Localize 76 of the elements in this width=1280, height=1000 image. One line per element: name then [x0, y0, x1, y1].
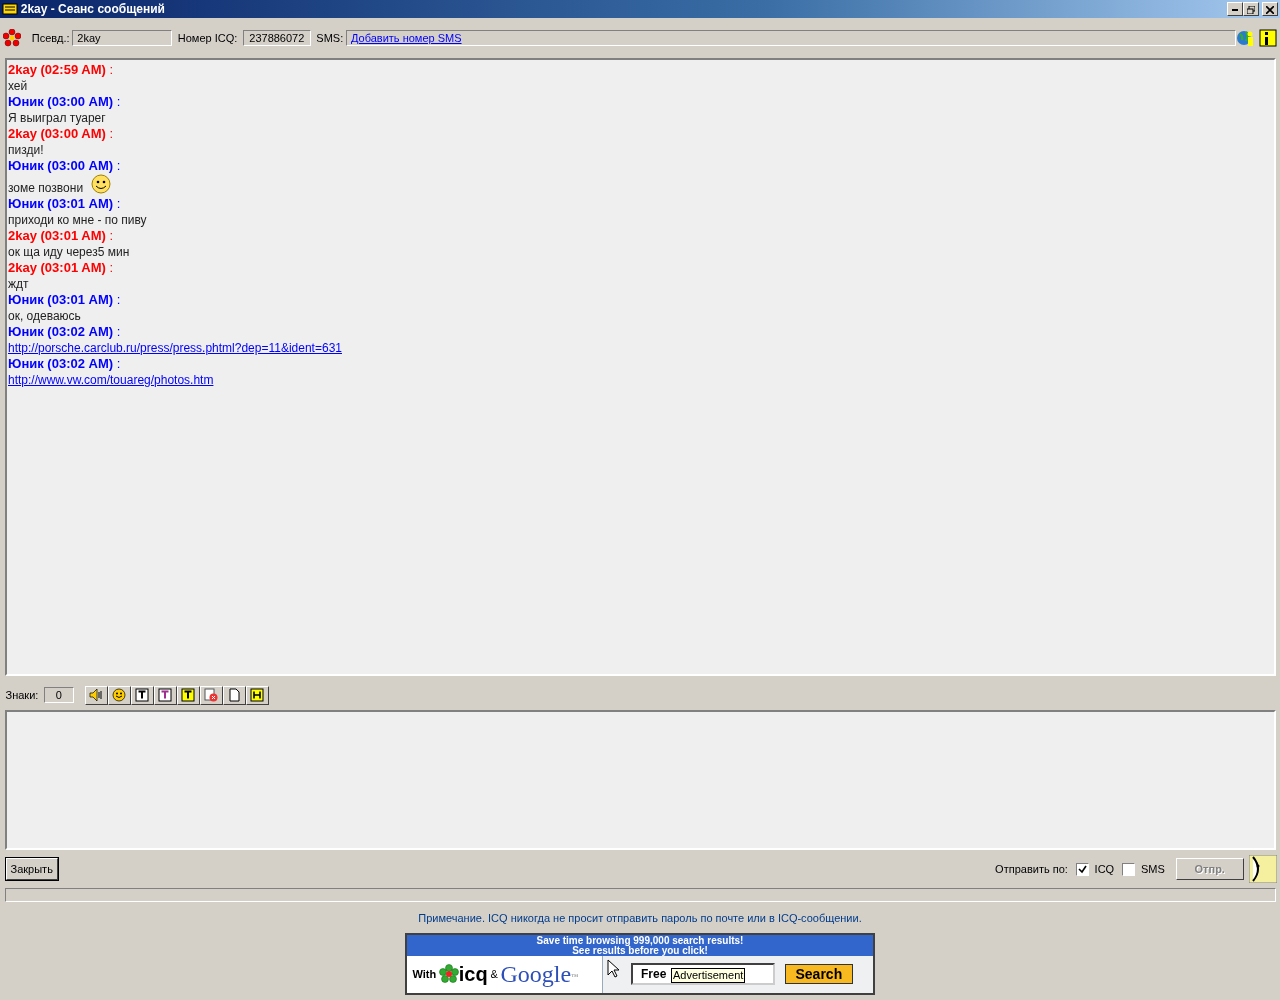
message-header: Юник (03:00 AM) :	[8, 158, 121, 174]
message-input[interactable]	[5, 710, 1276, 850]
close-button[interactable]	[1262, 2, 1278, 16]
message-header: Юник (03:01 AM) :	[8, 292, 121, 308]
message-text: ждт	[8, 276, 29, 292]
html-icon	[250, 688, 265, 702]
message-header: Юник (03:01 AM) :	[8, 196, 121, 212]
ad-subline: See results before you click!	[571, 945, 709, 956]
message-text: зоме позвони	[8, 180, 84, 196]
icq-number-field[interactable]: 237886072	[242, 30, 311, 46]
icq-logo: icq	[458, 962, 488, 987]
message-text: хей	[8, 78, 28, 94]
flower-icon	[2, 29, 21, 47]
text-icon	[135, 688, 150, 702]
text-highlight-button[interactable]	[176, 685, 200, 705]
message-header: Юник (03:02 AM) :	[8, 356, 121, 372]
text-color-button[interactable]	[153, 685, 177, 705]
smiley-button[interactable]	[107, 685, 131, 705]
sms-field[interactable]: Добавить номер SMS	[345, 30, 1237, 46]
message-header: Юник (03:00 AM) :	[8, 94, 121, 110]
ad-search-button[interactable]: Search	[784, 964, 854, 984]
message-header: 2kay (02:59 AM) :	[8, 62, 114, 78]
restore-icon	[1247, 5, 1256, 14]
checkbox[interactable]	[1122, 862, 1136, 876]
message-header: 2kay (03:01 AM) :	[8, 260, 114, 276]
smiley-icon	[112, 688, 127, 702]
page-button[interactable]	[222, 685, 246, 705]
clear-history-button[interactable]	[199, 685, 223, 705]
checkbox[interactable]	[1076, 862, 1090, 876]
close-button[interactable]: Закрыть	[5, 857, 58, 881]
field-label: Номер ICQ:	[177, 30, 238, 46]
google-logo: Google$^{™}$	[500, 960, 578, 989]
flower-icon	[439, 964, 459, 984]
speaker-icon	[89, 688, 104, 702]
window-title: 2kay - Сеанс сообщений	[20, 1, 166, 18]
cursor-icon	[607, 958, 619, 978]
text-highlight-icon	[181, 688, 196, 702]
text-color-icon	[158, 688, 173, 702]
character-count: 0	[43, 687, 74, 703]
minimize-icon	[1232, 8, 1239, 11]
field-label: Псевд.:	[31, 30, 70, 46]
page-icon	[227, 688, 242, 702]
tooltip: Advertisement	[671, 968, 746, 983]
restore-button[interactable]	[1243, 2, 1260, 16]
message-link[interactable]: http://www.vw.com/touareg/photos.htm	[8, 372, 214, 388]
text-button[interactable]	[130, 685, 154, 705]
check-icon	[1078, 864, 1088, 874]
minimize-button[interactable]	[1227, 2, 1244, 16]
ad-headline: Save time browsing 999,000 search results!	[535, 935, 745, 946]
nickname-field[interactable]: 2kay	[72, 30, 173, 46]
field-value: Free	[641, 966, 667, 983]
message-header: 2kay (03:01 AM) :	[8, 228, 114, 244]
field-label: SMS:	[316, 30, 344, 46]
field-label: Знаки:	[5, 687, 39, 703]
envelope-icon	[2, 2, 18, 16]
checkbox-label: ICQ	[1094, 861, 1115, 877]
message-header: 2kay (03:00 AM) :	[8, 126, 114, 142]
checkbox-label: SMS	[1140, 861, 1165, 877]
message-header: Юник (03:02 AM) :	[8, 324, 121, 340]
message-text: пизди!	[8, 142, 44, 158]
clear-history-icon	[204, 688, 219, 702]
message-text: ок, одеваюсь	[8, 308, 81, 324]
add-sms-link[interactable]: Добавить номер SMS	[350, 32, 462, 44]
message-text: приходи ко мне - по пиву	[8, 212, 147, 228]
message-text: Я выиграл туарег	[8, 110, 106, 126]
info-icon	[1259, 29, 1278, 47]
ad-text: &	[490, 966, 498, 982]
ad-text: With	[412, 966, 437, 982]
speaker-button[interactable]	[84, 685, 108, 705]
close-icon	[1266, 5, 1274, 14]
security-note: Примечание. ICQ никогда не просит отправить пароль по почте или в ICQ-сообщении.	[417, 911, 863, 926]
message-link[interactable]: http://porsche.carclub.ru/press/press.phtml?dep=11&ident=631	[8, 340, 342, 356]
send-via-label: Отправить по:	[995, 861, 1068, 877]
ad-search-field[interactable]: Free Advertisement	[631, 963, 775, 985]
html-button[interactable]	[245, 685, 269, 705]
message-text: ок ща иду через5 мин	[8, 244, 130, 260]
